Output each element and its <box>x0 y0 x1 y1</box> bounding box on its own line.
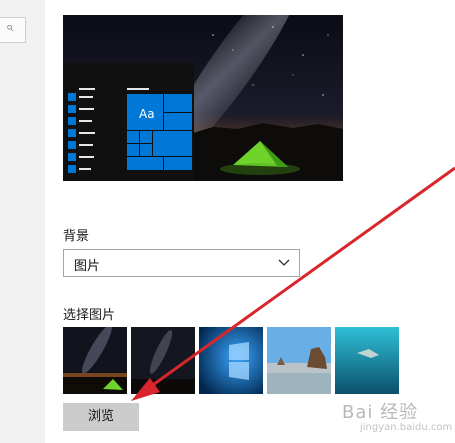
red-arrow-annotation <box>131 166 455 401</box>
watermark-url: jingyan.baidu.com <box>360 422 453 433</box>
watermark: Bai 经验 <box>342 402 419 423</box>
